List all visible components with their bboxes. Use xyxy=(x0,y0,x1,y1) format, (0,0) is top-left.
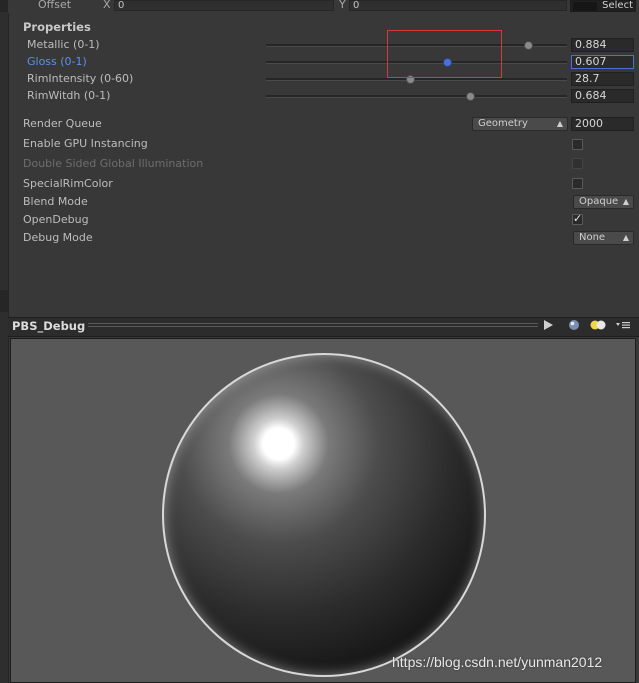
preview-viewport[interactable] xyxy=(10,338,636,683)
sphere-icon[interactable] xyxy=(564,319,584,334)
slider-track[interactable] xyxy=(266,95,567,98)
slider-label: RimIntensity (0-60) xyxy=(27,72,134,85)
preview-header[interactable]: PBS_Debug xyxy=(8,317,639,337)
offset-row: Offset X 0 Y 0 Select xyxy=(8,0,639,13)
slider-thumb[interactable] xyxy=(465,92,475,101)
offset-x-label: X xyxy=(103,0,111,11)
texture-swatch xyxy=(573,2,597,11)
gpu-instancing-label: Enable GPU Instancing xyxy=(23,137,148,150)
debug-mode-label: Debug Mode xyxy=(23,231,93,244)
offset-y-label: Y xyxy=(339,0,346,11)
render-queue-dropdown[interactable]: Geometry ▲︎ xyxy=(472,117,568,131)
double-sided-gi-label: Double Sided Global Illumination xyxy=(23,157,204,170)
render-queue-field[interactable]: 2000 xyxy=(571,117,634,131)
open-debug-checkbox[interactable]: ✓ xyxy=(572,212,583,225)
blend-mode-label: Blend Mode xyxy=(23,195,88,208)
slider-value-field[interactable]: 0.607 xyxy=(571,55,634,69)
offset-y-field[interactable]: 0 xyxy=(349,0,567,11)
offset-x-field[interactable]: 0 xyxy=(114,0,334,11)
debug-mode-dropdown-value: None xyxy=(579,232,606,243)
open-debug-label: OpenDebug xyxy=(23,213,89,226)
special-rim-color-label: SpecialRimColor xyxy=(23,177,113,190)
highlight-annotation-box xyxy=(387,30,502,78)
properties-title: Properties xyxy=(23,20,91,34)
preview-drag-handle[interactable] xyxy=(88,323,538,329)
dropdown-arrow-icon: ▲︎ xyxy=(622,197,629,206)
render-queue-dropdown-value: Geometry xyxy=(478,118,528,129)
dropdown-arrow-icon: ▲︎ xyxy=(622,233,629,242)
checkmark-icon: ✓ xyxy=(573,212,583,225)
play-icon[interactable] xyxy=(538,319,558,334)
render-queue-label: Render Queue xyxy=(23,117,102,130)
slider-label: Gloss (0-1) xyxy=(27,55,87,68)
left-panel-edge xyxy=(0,0,9,683)
preview-title: PBS_Debug xyxy=(12,319,86,333)
slider-track[interactable] xyxy=(266,78,567,81)
texture-select-button[interactable]: Select xyxy=(570,0,636,12)
slider-value-field[interactable]: 28.7 xyxy=(571,72,634,86)
light-icon[interactable] xyxy=(588,319,608,334)
blend-mode-dropdown-value: Opaque xyxy=(579,196,619,207)
preview-sphere[interactable] xyxy=(162,353,486,677)
special-rim-color-checkbox[interactable] xyxy=(572,178,583,189)
debug-mode-dropdown[interactable]: None ▲︎ xyxy=(573,231,634,245)
blend-mode-dropdown[interactable]: Opaque ▲︎ xyxy=(573,195,634,209)
slider-label: RimWitdh (0-1) xyxy=(27,89,111,102)
menu-icon[interactable] xyxy=(613,319,633,334)
double-sided-gi-checkbox xyxy=(572,158,583,169)
offset-label: Offset xyxy=(38,0,72,11)
dropdown-arrow-icon: ▲︎ xyxy=(556,119,563,128)
slider-thumb[interactable] xyxy=(524,41,534,50)
slider-value-field[interactable]: 0.884 xyxy=(571,38,634,52)
gpu-instancing-checkbox[interactable] xyxy=(572,139,583,150)
watermark-text: https://blog.csdn.net/yunman2012 xyxy=(392,654,603,670)
select-label: Select xyxy=(602,0,633,11)
slider-value-field[interactable]: 0.684 xyxy=(571,89,634,103)
slider-label: Metallic (0-1) xyxy=(27,38,100,51)
